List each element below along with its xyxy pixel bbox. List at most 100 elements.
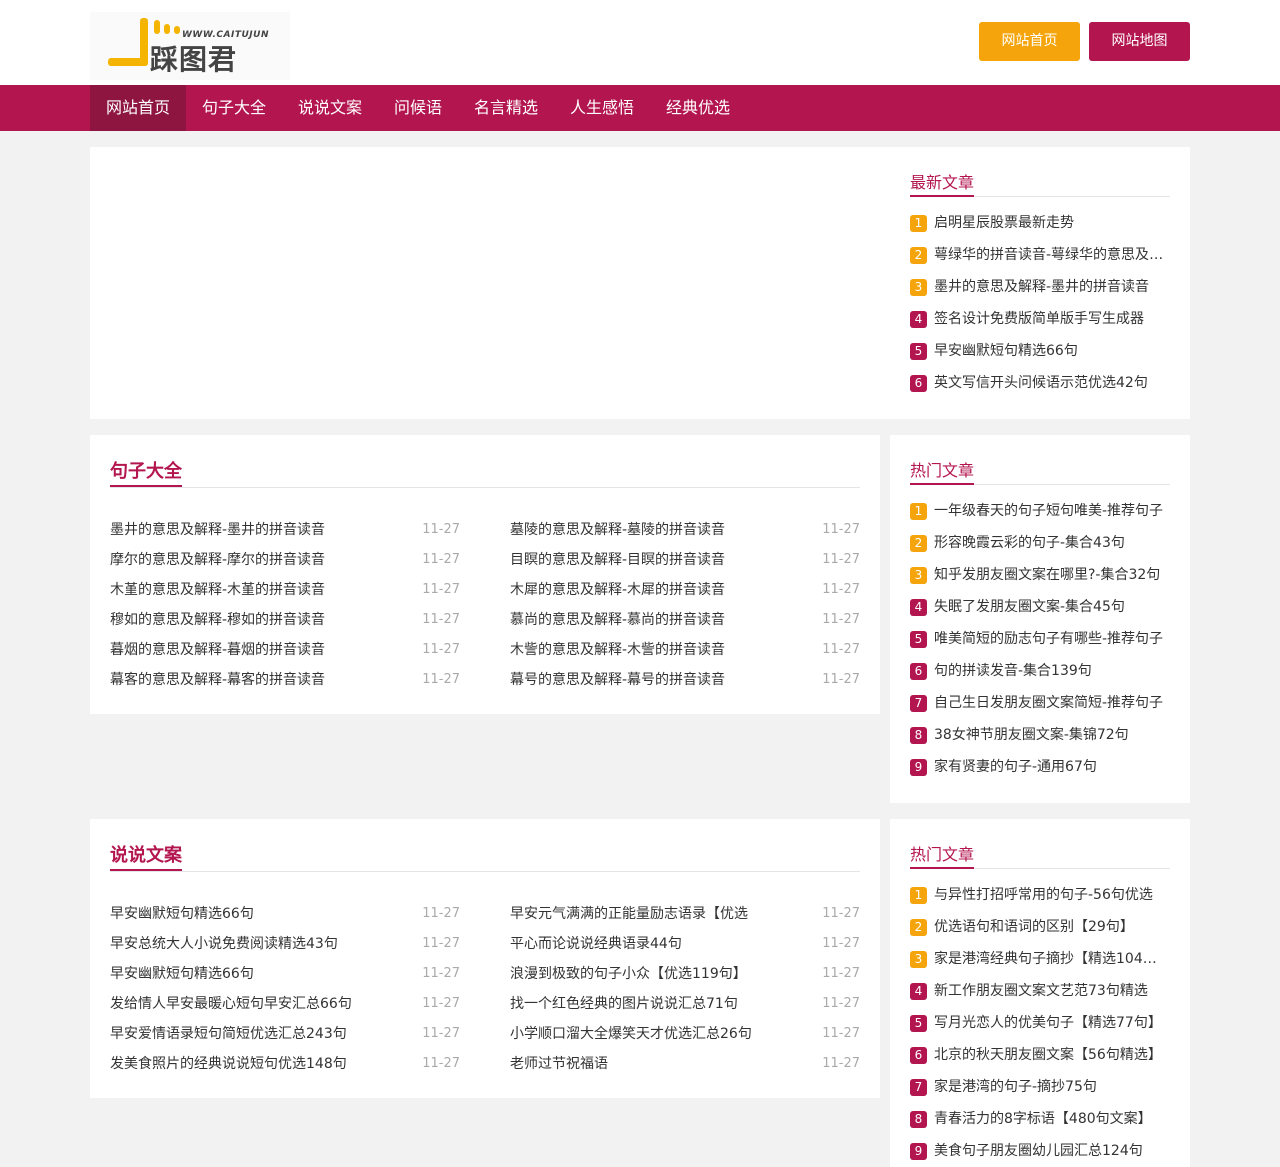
list-item-link[interactable]: 美食句子朋友圈幼儿园汇总124句: [934, 1141, 1170, 1162]
list-item[interactable]: 幕号的意思及解释-幕号的拼音读音 11-27: [510, 670, 860, 690]
article-link[interactable]: 幕客的意思及解释-幕客的拼音读音: [110, 670, 410, 690]
list-item[interactable]: 墓陵的意思及解释-墓陵的拼音读音 11-27: [510, 520, 860, 540]
list-item[interactable]: 6 北京的秋天朋友圈文案【56句精选】: [910, 1045, 1170, 1065]
list-item[interactable]: 摩尔的意思及解释-摩尔的拼音读音 11-27: [110, 550, 460, 570]
nav-item-home[interactable]: 网站首页: [90, 85, 186, 131]
list-item-link[interactable]: 一年级春天的句子短句唯美-推荐句子: [934, 501, 1170, 522]
list-item[interactable]: 1 与异性打招呼常用的句子-56句优选: [910, 885, 1170, 905]
list-item[interactable]: 8 青春活力的8字标语【480句文案】: [910, 1109, 1170, 1129]
list-item[interactable]: 2 优选语句和语词的区别【29句】: [910, 917, 1170, 937]
list-item[interactable]: 浪漫到极致的句子小众【优选119句】 11-27: [510, 964, 860, 984]
list-item-link[interactable]: 知乎发朋友圈文案在哪里?-集合32句: [934, 565, 1170, 586]
list-item-link[interactable]: 英文写信开头问候语示范优选42句: [934, 373, 1170, 394]
nav-item-life[interactable]: 人生感悟: [554, 85, 650, 131]
list-item[interactable]: 5 唯美简短的励志句子有哪些-推荐句子: [910, 629, 1170, 649]
article-link[interactable]: 目瞑的意思及解释-目瞑的拼音读音: [510, 550, 810, 570]
article-link[interactable]: 老师过节祝福语: [510, 1054, 810, 1074]
list-item[interactable]: 幕客的意思及解释-幕客的拼音读音 11-27: [110, 670, 460, 690]
section-title[interactable]: 句子大全: [110, 457, 182, 483]
list-item[interactable]: 发给情人早安最暖心短句早安汇总66句 11-27: [110, 994, 460, 1014]
list-item-link[interactable]: 北京的秋天朋友圈文案【56句精选】: [934, 1045, 1170, 1066]
article-link[interactable]: 木犀的意思及解释-木犀的拼音读音: [510, 580, 810, 600]
list-item-link[interactable]: 家有贤妻的句子-通用67句: [934, 757, 1170, 778]
nav-item-greetings[interactable]: 问候语: [378, 85, 458, 131]
article-link[interactable]: 浪漫到极致的句子小众【优选119句】: [510, 964, 810, 984]
article-link[interactable]: 摩尔的意思及解释-摩尔的拼音读音: [110, 550, 410, 570]
article-link[interactable]: 穆如的意思及解释-穆如的拼音读音: [110, 610, 410, 630]
list-item-link[interactable]: 早安幽默短句精选66句: [934, 341, 1170, 362]
list-item[interactable]: 9 家有贤妻的句子-通用67句: [910, 757, 1170, 777]
list-item-link[interactable]: 自己生日发朋友圈文案简短-推荐句子: [934, 693, 1170, 714]
list-item[interactable]: 木犀的意思及解释-木犀的拼音读音 11-27: [510, 580, 860, 600]
article-link[interactable]: 早安总统大人小说免费阅读精选43句: [110, 934, 410, 954]
list-item-link[interactable]: 优选语句和语词的区别【29句】: [934, 917, 1170, 938]
nav-item-classics[interactable]: 经典优选: [650, 85, 746, 131]
list-item[interactable]: 9 美食句子朋友圈幼儿园汇总124句: [910, 1141, 1170, 1161]
list-item[interactable]: 4 失眠了发朋友圈文案-集合45句: [910, 597, 1170, 617]
list-item[interactable]: 老师过节祝福语 11-27: [510, 1054, 860, 1074]
list-item[interactable]: 木訾的意思及解释-木訾的拼音读音 11-27: [510, 640, 860, 660]
list-item-link[interactable]: 家是港湾的句子-摘抄75句: [934, 1077, 1170, 1098]
list-item[interactable]: 6 句的拼读发音-集合139句: [910, 661, 1170, 681]
list-item[interactable]: 墨井的意思及解释-墨井的拼音读音 11-27: [110, 520, 460, 540]
list-item[interactable]: 1 启明星辰股票最新走势: [910, 213, 1170, 233]
list-item[interactable]: 早安幽默短句精选66句 11-27: [110, 904, 460, 924]
article-link[interactable]: 暮烟的意思及解释-暮烟的拼音读音: [110, 640, 410, 660]
section-title[interactable]: 说说文案: [110, 841, 182, 867]
article-link[interactable]: 发美食照片的经典说说短句优选148句: [110, 1054, 410, 1074]
home-button[interactable]: 网站首页: [979, 22, 1080, 61]
list-item-link[interactable]: 启明星辰股票最新走势: [934, 213, 1170, 234]
list-item[interactable]: 4 签名设计免费版简单版手写生成器: [910, 309, 1170, 329]
list-item[interactable]: 早安幽默短句精选66句 11-27: [110, 964, 460, 984]
list-item[interactable]: 3 墨井的意思及解释-墨井的拼音读音: [910, 277, 1170, 297]
list-item-link[interactable]: 签名设计免费版简单版手写生成器: [934, 309, 1170, 330]
list-item[interactable]: 找一个红色经典的图片说说汇总71句 11-27: [510, 994, 860, 1014]
site-logo[interactable]: WWW.CAITUJUN 踩图君: [90, 12, 290, 80]
list-item-link[interactable]: 唯美简短的励志句子有哪些-推荐句子: [934, 629, 1170, 650]
list-item[interactable]: 1 一年级春天的句子短句唯美-推荐句子: [910, 501, 1170, 521]
article-link[interactable]: 早安幽默短句精选66句: [110, 904, 410, 924]
list-item-link[interactable]: 形容晚霞云彩的句子-集合43句: [934, 533, 1170, 554]
list-item[interactable]: 暮烟的意思及解释-暮烟的拼音读音 11-27: [110, 640, 460, 660]
article-link[interactable]: 幕号的意思及解释-幕号的拼音读音: [510, 670, 810, 690]
list-item-link[interactable]: 萼绿华的拼音读音-萼绿华的意思及解释: [934, 245, 1170, 266]
list-item-link[interactable]: 新工作朋友圈文案文艺范73句精选: [934, 981, 1170, 1002]
article-link[interactable]: 找一个红色经典的图片说说汇总71句: [510, 994, 810, 1014]
list-item[interactable]: 慕尚的意思及解释-慕尚的拼音读音 11-27: [510, 610, 860, 630]
list-item[interactable]: 2 萼绿华的拼音读音-萼绿华的意思及解释: [910, 245, 1170, 265]
article-link[interactable]: 墨井的意思及解释-墨井的拼音读音: [110, 520, 410, 540]
article-link[interactable]: 木堇的意思及解释-木堇的拼音读音: [110, 580, 410, 600]
list-item[interactable]: 穆如的意思及解释-穆如的拼音读音 11-27: [110, 610, 460, 630]
article-link[interactable]: 慕尚的意思及解释-慕尚的拼音读音: [510, 610, 810, 630]
article-link[interactable]: 墓陵的意思及解释-墓陵的拼音读音: [510, 520, 810, 540]
sitemap-button[interactable]: 网站地图: [1089, 22, 1190, 61]
list-item-link[interactable]: 38女神节朋友圈文案-集锦72句: [934, 725, 1170, 746]
list-item-link[interactable]: 与异性打招呼常用的句子-56句优选: [934, 885, 1170, 906]
list-item[interactable]: 4 新工作朋友圈文案文艺范73句精选: [910, 981, 1170, 1001]
list-item-link[interactable]: 家是港湾经典句子摘抄【精选104句】: [934, 949, 1170, 970]
article-link[interactable]: 早安爱情语录短句简短优选汇总243句: [110, 1024, 410, 1044]
article-link[interactable]: 平心而论说说经典语录44句: [510, 934, 810, 954]
list-item[interactable]: 发美食照片的经典说说短句优选148句 11-27: [110, 1054, 460, 1074]
list-item-link[interactable]: 青春活力的8字标语【480句文案】: [934, 1109, 1170, 1130]
nav-item-sentences[interactable]: 句子大全: [186, 85, 282, 131]
list-item[interactable]: 7 家是港湾的句子-摘抄75句: [910, 1077, 1170, 1097]
list-item-link[interactable]: 墨井的意思及解释-墨井的拼音读音: [934, 277, 1170, 298]
list-item[interactable]: 3 知乎发朋友圈文案在哪里?-集合32句: [910, 565, 1170, 585]
list-item[interactable]: 5 写月光恋人的优美句子【精选77句】: [910, 1013, 1170, 1033]
article-link[interactable]: 发给情人早安最暖心短句早安汇总66句: [110, 994, 410, 1014]
list-item[interactable]: 目瞑的意思及解释-目瞑的拼音读音 11-27: [510, 550, 860, 570]
list-item[interactable]: 7 自己生日发朋友圈文案简短-推荐句子: [910, 693, 1170, 713]
article-link[interactable]: 早安幽默短句精选66句: [110, 964, 410, 984]
list-item[interactable]: 6 英文写信开头问候语示范优选42句: [910, 373, 1170, 393]
list-item[interactable]: 早安爱情语录短句简短优选汇总243句 11-27: [110, 1024, 460, 1044]
article-link[interactable]: 木訾的意思及解释-木訾的拼音读音: [510, 640, 810, 660]
article-link[interactable]: 早安元气满满的正能量励志语录【优选: [510, 904, 810, 924]
list-item[interactable]: 木堇的意思及解释-木堇的拼音读音 11-27: [110, 580, 460, 600]
list-item[interactable]: 2 形容晚霞云彩的句子-集合43句: [910, 533, 1170, 553]
list-item-link[interactable]: 失眠了发朋友圈文案-集合45句: [934, 597, 1170, 618]
list-item[interactable]: 3 家是港湾经典句子摘抄【精选104句】: [910, 949, 1170, 969]
list-item-link[interactable]: 写月光恋人的优美句子【精选77句】: [934, 1013, 1170, 1034]
nav-item-quotes[interactable]: 名言精选: [458, 85, 554, 131]
list-item-link[interactable]: 句的拼读发音-集合139句: [934, 661, 1170, 682]
